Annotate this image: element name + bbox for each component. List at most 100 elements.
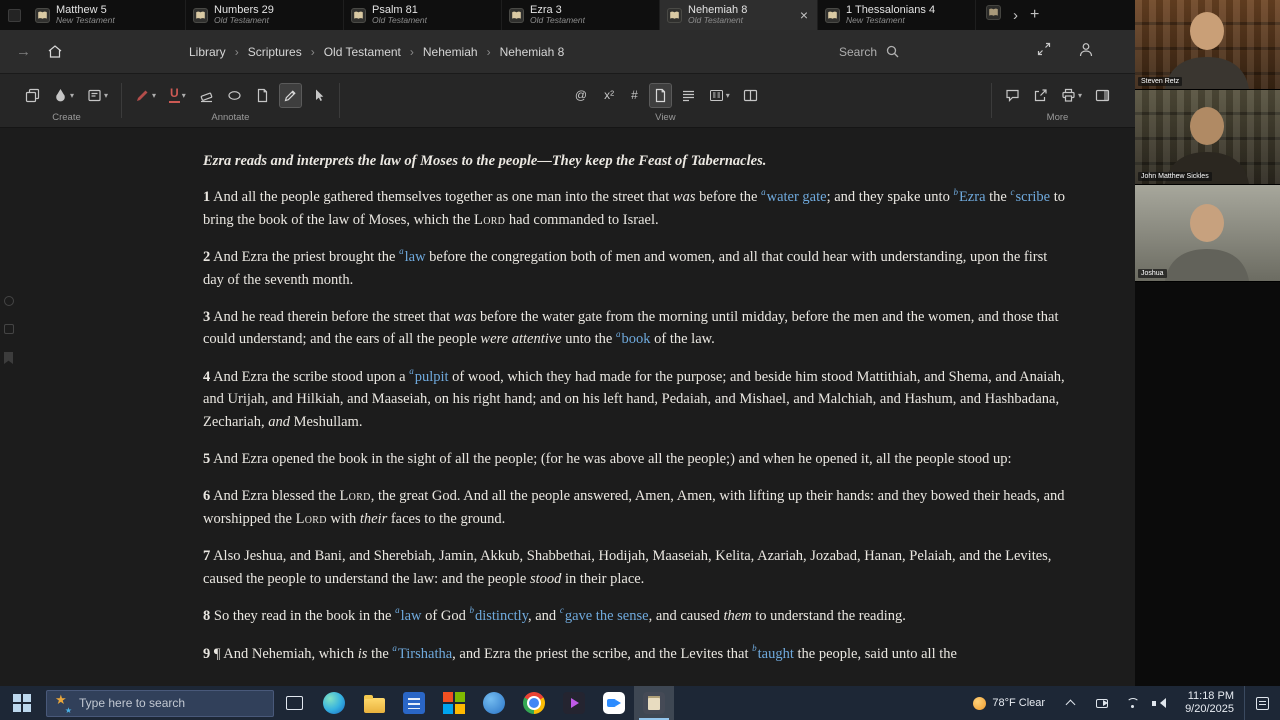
tab-subtitle: Old Testament xyxy=(530,15,585,26)
visual-copy-button[interactable]: ▾ xyxy=(50,84,77,107)
taskbar-app-task-view[interactable] xyxy=(274,686,314,720)
start-button[interactable] xyxy=(0,686,44,720)
open-panel-button[interactable] xyxy=(1092,84,1113,107)
taskbar-app-ms-apps[interactable] xyxy=(434,686,474,720)
crossref-link[interactable]: distinctly xyxy=(475,608,528,624)
account-button[interactable] xyxy=(1079,42,1093,62)
book-icon xyxy=(351,7,366,23)
verse-8: 8 So they read in the book in the alaw o… xyxy=(203,605,1067,627)
page-view-button[interactable] xyxy=(648,82,672,108)
footnote-marker[interactable]: b xyxy=(953,187,958,197)
close-tab-icon[interactable]: × xyxy=(798,8,810,22)
footnote-marker[interactable]: c xyxy=(560,605,564,615)
crossref-link[interactable]: law xyxy=(401,608,422,624)
home-button[interactable] xyxy=(47,44,63,59)
crossref-link[interactable]: gave the sense xyxy=(565,608,649,624)
teams-icon xyxy=(483,692,505,714)
tab-1-thessalonians-4[interactable]: 1 Thessalonians 4 New Testament xyxy=(818,0,976,30)
footnote-marker[interactable]: a xyxy=(409,366,414,376)
new-note-button[interactable]: ▾ xyxy=(84,84,111,107)
send-feedback-button[interactable] xyxy=(1002,84,1023,107)
footnote-marker[interactable]: b xyxy=(469,605,474,615)
verse-number: 7 xyxy=(203,548,211,565)
footnote-marker[interactable]: c xyxy=(1010,187,1014,197)
note-page-button[interactable] xyxy=(252,84,273,107)
visual-filters-button[interactable]: @ xyxy=(570,85,592,105)
footnote-marker[interactable]: a xyxy=(392,643,397,653)
footnote-marker[interactable]: b xyxy=(752,643,757,653)
footnote-marker[interactable]: a xyxy=(395,605,400,615)
bible-text[interactable]: Ezra reads and interprets the law of Mos… xyxy=(203,150,1067,680)
crossref-link[interactable]: Tirshatha xyxy=(398,646,452,662)
tab-nehemiah-8[interactable]: Nehemiah 8 Old Testament × xyxy=(660,0,818,30)
taskbar-app-edge[interactable] xyxy=(314,686,354,720)
search-button[interactable]: Search xyxy=(839,45,899,59)
text-flow-button[interactable] xyxy=(678,84,699,107)
taskbar-app-file-explorer[interactable] xyxy=(354,686,394,720)
rail-bookmark-icon[interactable] xyxy=(4,352,13,364)
nav-right-controls: Search xyxy=(839,42,1135,62)
crossref-link[interactable]: law xyxy=(405,249,426,265)
taskbar-app-zoom[interactable] xyxy=(594,686,634,720)
rail-clock-icon[interactable] xyxy=(4,296,14,306)
network-tray-icon[interactable] xyxy=(1125,698,1139,709)
action-center-button[interactable] xyxy=(1244,686,1280,720)
tab-matthew-5[interactable]: Matthew 5 New Testament xyxy=(28,0,186,30)
copy-passage-button[interactable] xyxy=(22,84,43,107)
underline-button[interactable]: U ▾ xyxy=(166,83,189,106)
video-tile[interactable]: Joshua xyxy=(1135,185,1280,282)
taskbar-app-teams[interactable] xyxy=(474,686,514,720)
tab-ezra-3[interactable]: Ezra 3 Old Testament xyxy=(502,0,660,30)
footnote-marker[interactable]: a xyxy=(761,187,766,197)
action-center-icon xyxy=(1256,696,1269,710)
tab-subtitle: Old Testament xyxy=(372,15,427,26)
crossref-link[interactable]: book xyxy=(622,331,651,347)
eraser-button[interactable] xyxy=(196,84,217,107)
breadcrumb-item[interactable]: Old Testament xyxy=(324,45,401,59)
breadcrumb-item[interactable]: Library xyxy=(189,45,226,59)
footnote-marker[interactable]: a xyxy=(616,329,621,339)
edit-mode-button[interactable] xyxy=(278,82,302,108)
video-tile[interactable]: Steven Retz xyxy=(1135,0,1280,90)
taskbar-app-chrome[interactable] xyxy=(514,686,554,720)
crossref-link[interactable]: Ezra xyxy=(959,189,986,205)
pointer-mode-button[interactable] xyxy=(308,84,329,107)
maximize-panel-button[interactable] xyxy=(1037,42,1051,61)
rail-notes-icon[interactable] xyxy=(4,324,14,334)
breadcrumb-item[interactable]: Nehemiah 8 xyxy=(500,45,565,59)
breadcrumb-item[interactable]: Nehemiah xyxy=(423,45,478,59)
camera-tray-icon[interactable] xyxy=(1096,698,1109,708)
crossref-link[interactable]: water gate xyxy=(767,189,827,205)
crossref-link[interactable]: scribe xyxy=(1015,189,1050,205)
tray-expand-icon[interactable] xyxy=(1065,699,1076,710)
crossref-link[interactable]: pulpit xyxy=(415,369,449,385)
weather-widget[interactable]: 78°F Clear xyxy=(963,686,1055,720)
split-pane-button[interactable] xyxy=(740,84,761,107)
taskbar-clock[interactable]: 11:18 PM 9/20/2025 xyxy=(1175,690,1244,716)
tab-numbers-29[interactable]: Numbers 29 Old Testament xyxy=(186,0,344,30)
columns-button[interactable]: ▾ xyxy=(706,84,733,107)
highlighter-button[interactable]: ▾ xyxy=(132,84,159,107)
overflow-tab-book-icon[interactable] xyxy=(986,5,1001,25)
taskbar-app-media-player[interactable] xyxy=(554,686,594,720)
share-button[interactable] xyxy=(1030,84,1051,107)
crossref-link[interactable]: taught xyxy=(758,646,794,662)
shape-markup-button[interactable] xyxy=(224,84,245,107)
superscripts-button[interactable]: x² xyxy=(599,85,619,105)
taskbar-app-logos[interactable] xyxy=(634,686,674,720)
tab-psalm-81[interactable]: Psalm 81 Old Testament xyxy=(344,0,502,30)
breadcrumb-item[interactable]: Scriptures xyxy=(248,45,302,59)
taskbar-search-input[interactable]: ★ ★ Type here to search xyxy=(46,689,274,717)
app-menu-button[interactable] xyxy=(0,0,28,30)
numbering-button[interactable]: # xyxy=(626,85,643,105)
tab-scroll-next-button[interactable]: › xyxy=(1013,7,1018,24)
forward-button[interactable]: → xyxy=(16,43,31,60)
participant-name: Joshua xyxy=(1138,269,1167,278)
side-panel-icon xyxy=(1095,89,1110,101)
video-tile[interactable]: John Matthew Sickles xyxy=(1135,90,1280,185)
volume-tray-icon[interactable] xyxy=(1152,697,1167,709)
print-button[interactable]: ▾ xyxy=(1058,84,1085,107)
new-tab-button[interactable]: + xyxy=(1030,6,1039,24)
taskbar-app-word[interactable] xyxy=(394,686,434,720)
footnote-marker[interactable]: a xyxy=(399,246,404,256)
